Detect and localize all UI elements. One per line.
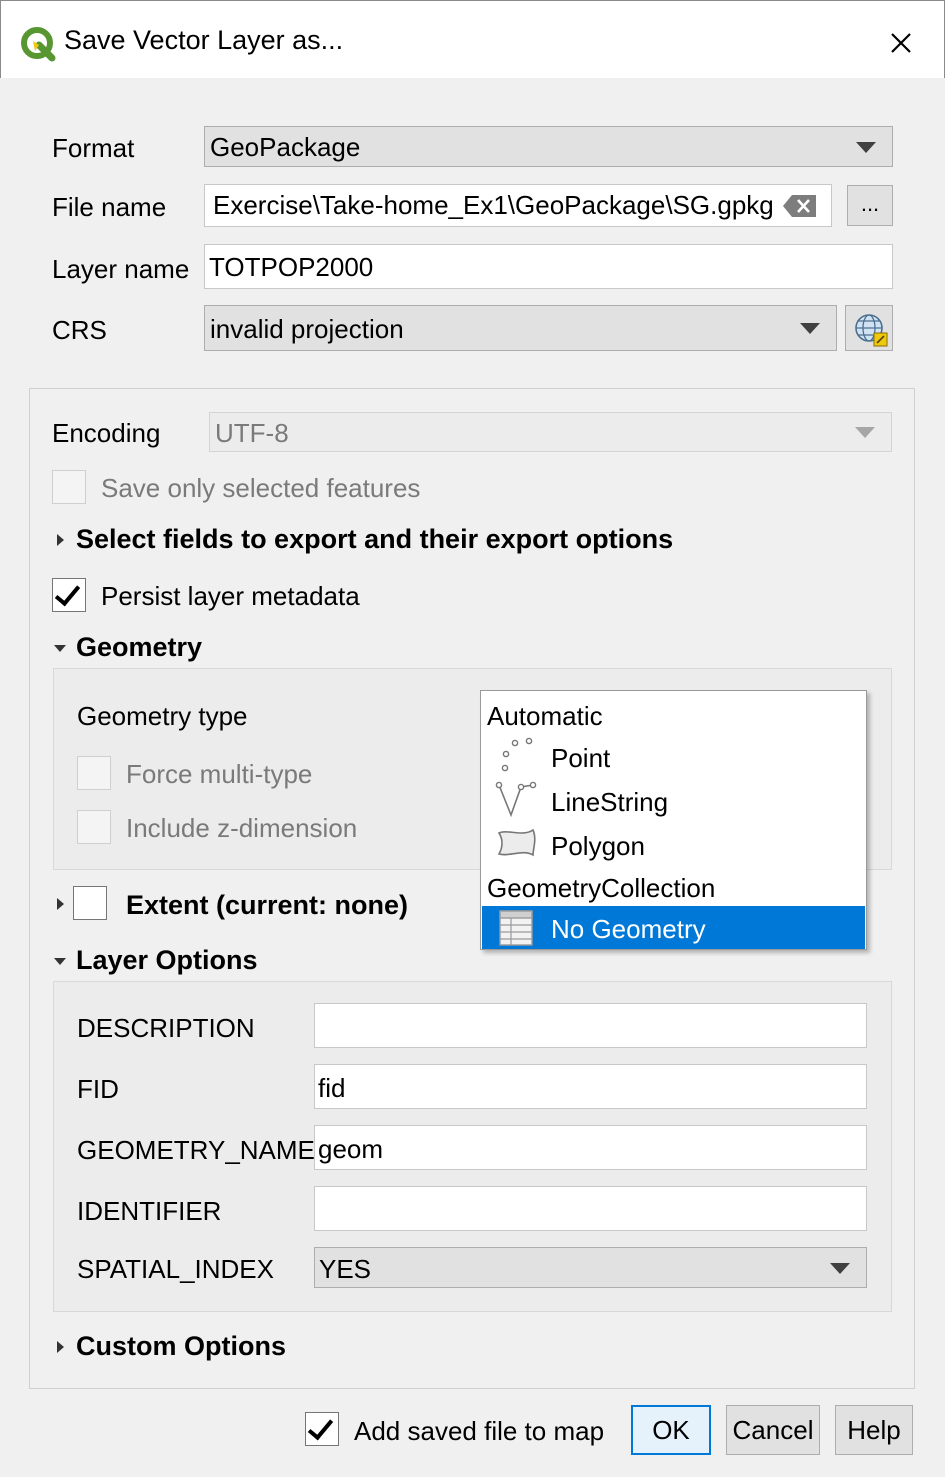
save-selected-checkbox[interactable] (52, 470, 86, 504)
select-crs-button[interactable] (845, 305, 893, 351)
chevron-down-icon (830, 1262, 850, 1274)
filename-input[interactable]: Exercise\Take-home_Ex1\GeoPackage\SG.gpk… (204, 184, 832, 227)
encoding-label: Encoding (52, 418, 161, 448)
geometry-section[interactable]: Geometry (76, 632, 202, 663)
ok-button[interactable]: OK (631, 1405, 711, 1455)
option-label-description: DESCRIPTION (77, 1013, 255, 1043)
crs-combo[interactable]: invalid projection (204, 305, 837, 351)
point-icon (501, 737, 533, 772)
collapse-down-icon[interactable] (54, 958, 66, 965)
title-bar: Save Vector Layer as... (0, 0, 945, 78)
spatial-index-value: YES (319, 1254, 372, 1284)
save-selected-label: Save only selected features (101, 473, 421, 503)
force-multi-checkbox[interactable] (77, 756, 111, 790)
geometry-name-input[interactable]: geom (314, 1125, 867, 1170)
cancel-button[interactable]: Cancel (726, 1405, 820, 1455)
layer-options-section[interactable]: Layer Options (76, 945, 258, 976)
geometry-type-label: Geometry type (77, 701, 248, 731)
dropdown-item-no-geometry-label: No Geometry (551, 914, 706, 944)
dropdown-item-geometrycollection[interactable]: GeometryCollection (487, 873, 715, 904)
close-icon[interactable] (881, 23, 921, 63)
option-label-spatial-index: SPATIAL_INDEX (77, 1254, 274, 1284)
add-to-map-label: Add saved file to map (354, 1416, 605, 1446)
fid-input[interactable]: fid (314, 1064, 867, 1109)
format-label: Format (52, 133, 135, 163)
expand-right-icon[interactable] (57, 898, 64, 910)
crs-value: invalid projection (210, 314, 404, 344)
description-input[interactable] (314, 1003, 867, 1048)
chevron-down-icon (800, 323, 820, 334)
collapse-down-icon[interactable] (54, 645, 66, 652)
geometry-type-dropdown[interactable]: Automatic Point LineString Polygon Geome… (480, 690, 867, 950)
dropdown-item-no-geometry[interactable]: No Geometry (482, 906, 865, 949)
include-z-label: Include z-dimension (126, 813, 358, 843)
chevron-down-icon (856, 141, 876, 153)
spatial-index-combo[interactable]: YES (314, 1247, 867, 1288)
option-label-geometry-name: GEOMETRY_NAME (77, 1135, 315, 1165)
layername-value: TOTPOP2000 (209, 252, 374, 282)
chevron-down-icon (855, 427, 875, 438)
persist-metadata-label: Persist layer metadata (101, 581, 360, 611)
help-button[interactable]: Help (835, 1405, 913, 1455)
expand-right-icon[interactable] (57, 1341, 64, 1353)
custom-options-section[interactable]: Custom Options (76, 1331, 286, 1362)
extent-section[interactable]: Extent (current: none) (126, 890, 408, 921)
format-combo[interactable]: GeoPackage (204, 126, 893, 167)
force-multi-label: Force multi-type (126, 759, 313, 789)
encoding-value: UTF-8 (215, 418, 289, 448)
expand-right-icon[interactable] (57, 534, 64, 546)
dropdown-item-polygon[interactable]: Polygon (551, 831, 645, 862)
format-value: GeoPackage (210, 132, 361, 162)
fid-value: fid (318, 1073, 346, 1103)
option-label-fid: FID (77, 1074, 119, 1104)
clear-text-icon[interactable] (782, 194, 818, 218)
polygon-icon (497, 828, 536, 857)
dropdown-item-automatic[interactable]: Automatic (487, 701, 603, 732)
crs-label: CRS (52, 315, 107, 345)
option-label-identifier: IDENTIFIER (77, 1196, 222, 1226)
table-icon (499, 910, 533, 946)
browse-button[interactable]: ... (847, 185, 893, 226)
layername-input[interactable]: TOTPOP2000 (204, 244, 893, 289)
extent-checkbox[interactable] (73, 886, 107, 920)
window-title: Save Vector Layer as... (64, 25, 344, 55)
dropdown-item-linestring[interactable]: LineString (551, 787, 668, 818)
layername-label: Layer name (52, 254, 190, 284)
globe-icon (855, 314, 888, 347)
checkmark-icon (307, 1413, 334, 1441)
persist-metadata-checkbox[interactable] (52, 578, 86, 612)
dropdown-item-point[interactable]: Point (551, 743, 610, 774)
identifier-input[interactable] (314, 1186, 867, 1231)
encoding-combo[interactable]: UTF-8 (209, 412, 892, 452)
filename-value: Exercise\Take-home_Ex1\GeoPackage\SG.gpk… (213, 190, 774, 220)
geometry-name-value: geom (318, 1134, 384, 1164)
qgis-logo-icon (21, 27, 56, 62)
add-to-map-checkbox[interactable] (305, 1412, 339, 1446)
filename-label: File name (52, 192, 167, 222)
linestring-icon (495, 781, 537, 818)
checkmark-icon (54, 579, 81, 607)
include-z-checkbox[interactable] (77, 810, 111, 844)
select-fields-section[interactable]: Select fields to export and their export… (76, 524, 673, 555)
